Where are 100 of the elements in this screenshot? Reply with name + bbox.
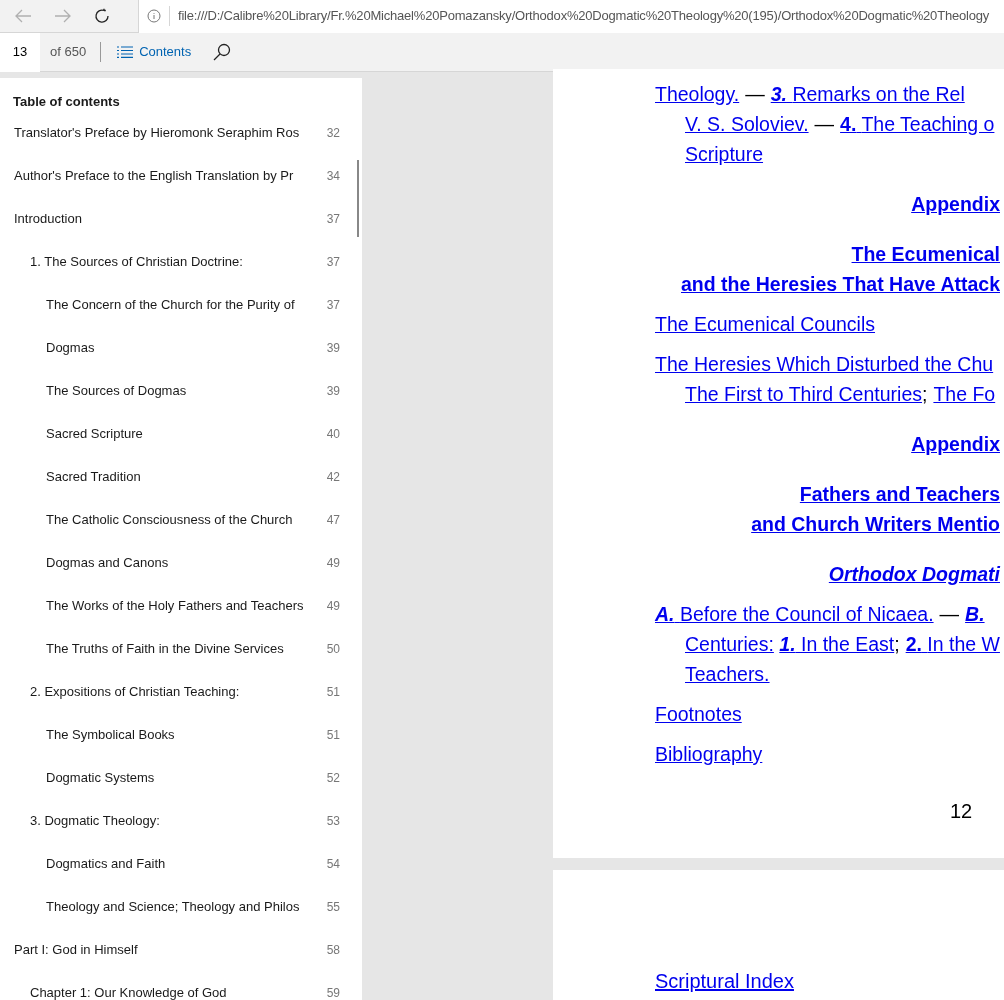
toc-item-title: The Truths of Faith in the Divine Services bbox=[46, 640, 285, 659]
toc-item-title: The Symbolical Books bbox=[46, 726, 176, 745]
contents-button[interactable]: Contents bbox=[117, 42, 192, 62]
em-dash: — bbox=[814, 113, 835, 135]
toc-item-title: Sacred Tradition bbox=[46, 468, 142, 487]
toc-item-title: Chapter 1: Our Knowledge of God bbox=[30, 984, 228, 1000]
toc-item[interactable]: Sacred Scripture 40 bbox=[0, 412, 362, 456]
toc-page-number: 49 bbox=[326, 598, 340, 615]
appendix-heading[interactable]: Fathers and Teachers bbox=[799, 479, 1000, 509]
list-icon bbox=[117, 46, 134, 58]
chapter-link[interactable]: B. bbox=[965, 603, 985, 625]
toc-page-number: 42 bbox=[326, 469, 340, 486]
toc-page-number: 50 bbox=[326, 641, 340, 658]
chapter-link[interactable]: 3. Remarks on the Rel bbox=[770, 83, 965, 105]
toc-page-number: 40 bbox=[326, 426, 340, 443]
toc-item[interactable]: 2. Expositions of Christian Teaching: 51 bbox=[0, 670, 362, 714]
appendix-heading[interactable]: Orthodox Dogmati bbox=[828, 559, 1000, 589]
toc-item[interactable]: Theology and Science; Theology and Philos 55 bbox=[0, 885, 362, 929]
search-icon[interactable] bbox=[213, 43, 232, 61]
toc-item-title: The Catholic Consciousness of the Church bbox=[46, 511, 294, 530]
toc-item-title: The Works of the Holy Fathers and Teachers bbox=[46, 597, 305, 616]
toc-item[interactable]: Dogmas 39 bbox=[0, 326, 362, 370]
address-field[interactable]: file:///D:/Calibre%20Library/Fr.%20Michael%20Pomazansky/Orthodox%20Dogmatic%20Theology%20(195)/Orthodox%20Dogmatic%20Theology bbox=[138, 0, 1004, 33]
chapter-link[interactable]: 1. In the East bbox=[779, 633, 895, 655]
appendix-heading[interactable]: and Church Writers Mentio bbox=[751, 509, 1000, 539]
toc-item-title: Dogmatics and Faith bbox=[46, 855, 167, 874]
chapter-link[interactable]: Teachers. bbox=[685, 663, 770, 685]
toc-page-number: 52 bbox=[326, 770, 340, 787]
forward-arrow-icon[interactable] bbox=[54, 9, 72, 23]
toc-heading: Table of contents bbox=[12, 93, 121, 111]
refresh-icon[interactable] bbox=[94, 8, 110, 24]
toc-item[interactable]: The Truths of Faith in the Divine Services 50 bbox=[0, 627, 362, 671]
toc-page-number: 53 bbox=[326, 813, 340, 830]
chapter-link[interactable]: V. S. Soloviev. bbox=[685, 113, 809, 135]
chapter-link[interactable]: The First to Third Centuries bbox=[685, 383, 922, 405]
toc-page-number: 39 bbox=[326, 383, 340, 400]
chapter-link[interactable]: Centuries: bbox=[685, 633, 774, 655]
toc-item-title: 1. The Sources of Christian Doctrine: bbox=[30, 253, 244, 272]
toc-page-number: 37 bbox=[326, 297, 340, 314]
chapter-link[interactable]: 2. In the W bbox=[905, 633, 1000, 655]
toc-item-title: The Concern of the Church for the Purity of bbox=[46, 296, 296, 315]
toc-item-title: 3. Dogmatic Theology: bbox=[30, 812, 161, 831]
chapter-link[interactable]: Theology. bbox=[655, 83, 740, 105]
toc-item[interactable]: The Works of the Holy Fathers and Teachers 49 bbox=[0, 584, 362, 628]
chapter-link[interactable]: 4. The Teaching o bbox=[840, 113, 995, 135]
toc-item[interactable]: The Sources of Dogmas 39 bbox=[0, 369, 362, 413]
em-dash: — bbox=[939, 603, 960, 625]
chapter-link[interactable]: A. Before the Council of Nicaea. bbox=[655, 603, 934, 625]
toc-page-number: 51 bbox=[326, 727, 340, 744]
toc-page-number: 47 bbox=[326, 512, 340, 529]
toc-item[interactable]: The Symbolical Books 51 bbox=[0, 713, 362, 757]
toc-item[interactable]: Author's Preface to the English Translation by Pr 34 bbox=[0, 154, 362, 198]
appendix-heading[interactable]: and the Heresies That Have Attack bbox=[681, 269, 1000, 299]
toc-page-number: 58 bbox=[326, 942, 340, 959]
back-arrow-icon[interactable] bbox=[14, 9, 32, 23]
toc-page-number: 54 bbox=[326, 856, 340, 873]
toc-item[interactable]: Introduction 37 bbox=[0, 197, 362, 241]
toc-item[interactable]: Chapter 1: Our Knowledge of God 59 bbox=[0, 971, 362, 1000]
toc-item-title: Introduction bbox=[14, 210, 83, 229]
toc-page-number: 37 bbox=[326, 254, 340, 271]
appendix-heading[interactable]: Appendix bbox=[911, 429, 1000, 459]
appendix-heading[interactable]: Appendix bbox=[911, 189, 1000, 219]
toc-page-number: 49 bbox=[326, 555, 340, 572]
toc-page-number: 39 bbox=[326, 340, 340, 357]
toc-item-title: Dogmas and Canons bbox=[46, 554, 170, 573]
toc-item[interactable]: Dogmas and Canons 49 bbox=[0, 541, 362, 585]
toc-page-number: 59 bbox=[326, 985, 340, 1000]
toc-item[interactable]: The Catholic Consciousness of the Church 47 bbox=[0, 498, 362, 542]
toc-item-title: Translator's Preface by Hieromonk Seraphim Ros bbox=[14, 124, 301, 143]
chapter-link[interactable]: Scripture bbox=[685, 143, 764, 165]
toc-page-number: 32 bbox=[326, 125, 340, 142]
toc-item[interactable]: 3. Dogmatic Theology: 53 bbox=[0, 799, 362, 843]
toc-item-title: Dogmatic Systems bbox=[46, 769, 156, 788]
toc-item-title: Sacred Scripture bbox=[46, 425, 144, 444]
chapter-link[interactable]: The Fo bbox=[933, 383, 996, 405]
toc-item[interactable]: Dogmatics and Faith 54 bbox=[0, 842, 362, 886]
toc-page-number: 51 bbox=[326, 684, 340, 701]
toc-item[interactable]: 1. The Sources of Christian Doctrine: 37 bbox=[0, 240, 362, 284]
chapter-link[interactable]: The Ecumenical Councils bbox=[655, 313, 875, 335]
chapter-link[interactable]: Scriptural Index bbox=[655, 970, 794, 992]
toc-item-title: Theology and Science; Theology and Philos bbox=[46, 898, 301, 917]
appendix-heading[interactable]: The Ecumenical bbox=[851, 239, 1000, 269]
toc-item-title: The Sources of Dogmas bbox=[46, 382, 188, 401]
toc-item-title: Dogmas bbox=[46, 339, 96, 358]
em-dash: — bbox=[745, 83, 765, 105]
toc-item[interactable]: The Concern of the Church for the Purity of 37 bbox=[0, 283, 362, 327]
toc-item[interactable]: Sacred Tradition 42 bbox=[0, 455, 362, 499]
toc-page-number: 55 bbox=[326, 899, 340, 916]
toc-page-number: 34 bbox=[326, 168, 340, 185]
toc-item[interactable]: Translator's Preface by Hieromonk Seraphim Ros 32 bbox=[0, 111, 362, 155]
chapter-link[interactable]: The Heresies Which Disturbed the Chu bbox=[655, 353, 994, 375]
chapter-link[interactable]: Footnotes bbox=[655, 703, 742, 725]
page-number-field[interactable]: 13 bbox=[0, 32, 40, 72]
toc-page-number: 37 bbox=[326, 211, 340, 228]
toc-item[interactable]: Dogmatic Systems 52 bbox=[0, 756, 362, 800]
address-text: file:///D:/Calibre%20Library/Fr.%20Michael%20Pomazansky/Orthodox%20Dogmatic%20Theology%20(195)/Orthodox%20Dogmatic%20Theology bbox=[178, 7, 990, 26]
chapter-link[interactable]: Bibliography bbox=[655, 743, 763, 765]
toc-item-title: 2. Expositions of Christian Teaching: bbox=[30, 683, 241, 702]
toc-item[interactable]: Part I: God in Himself 58 bbox=[0, 928, 362, 972]
scrollbar-thumb[interactable] bbox=[357, 160, 359, 237]
